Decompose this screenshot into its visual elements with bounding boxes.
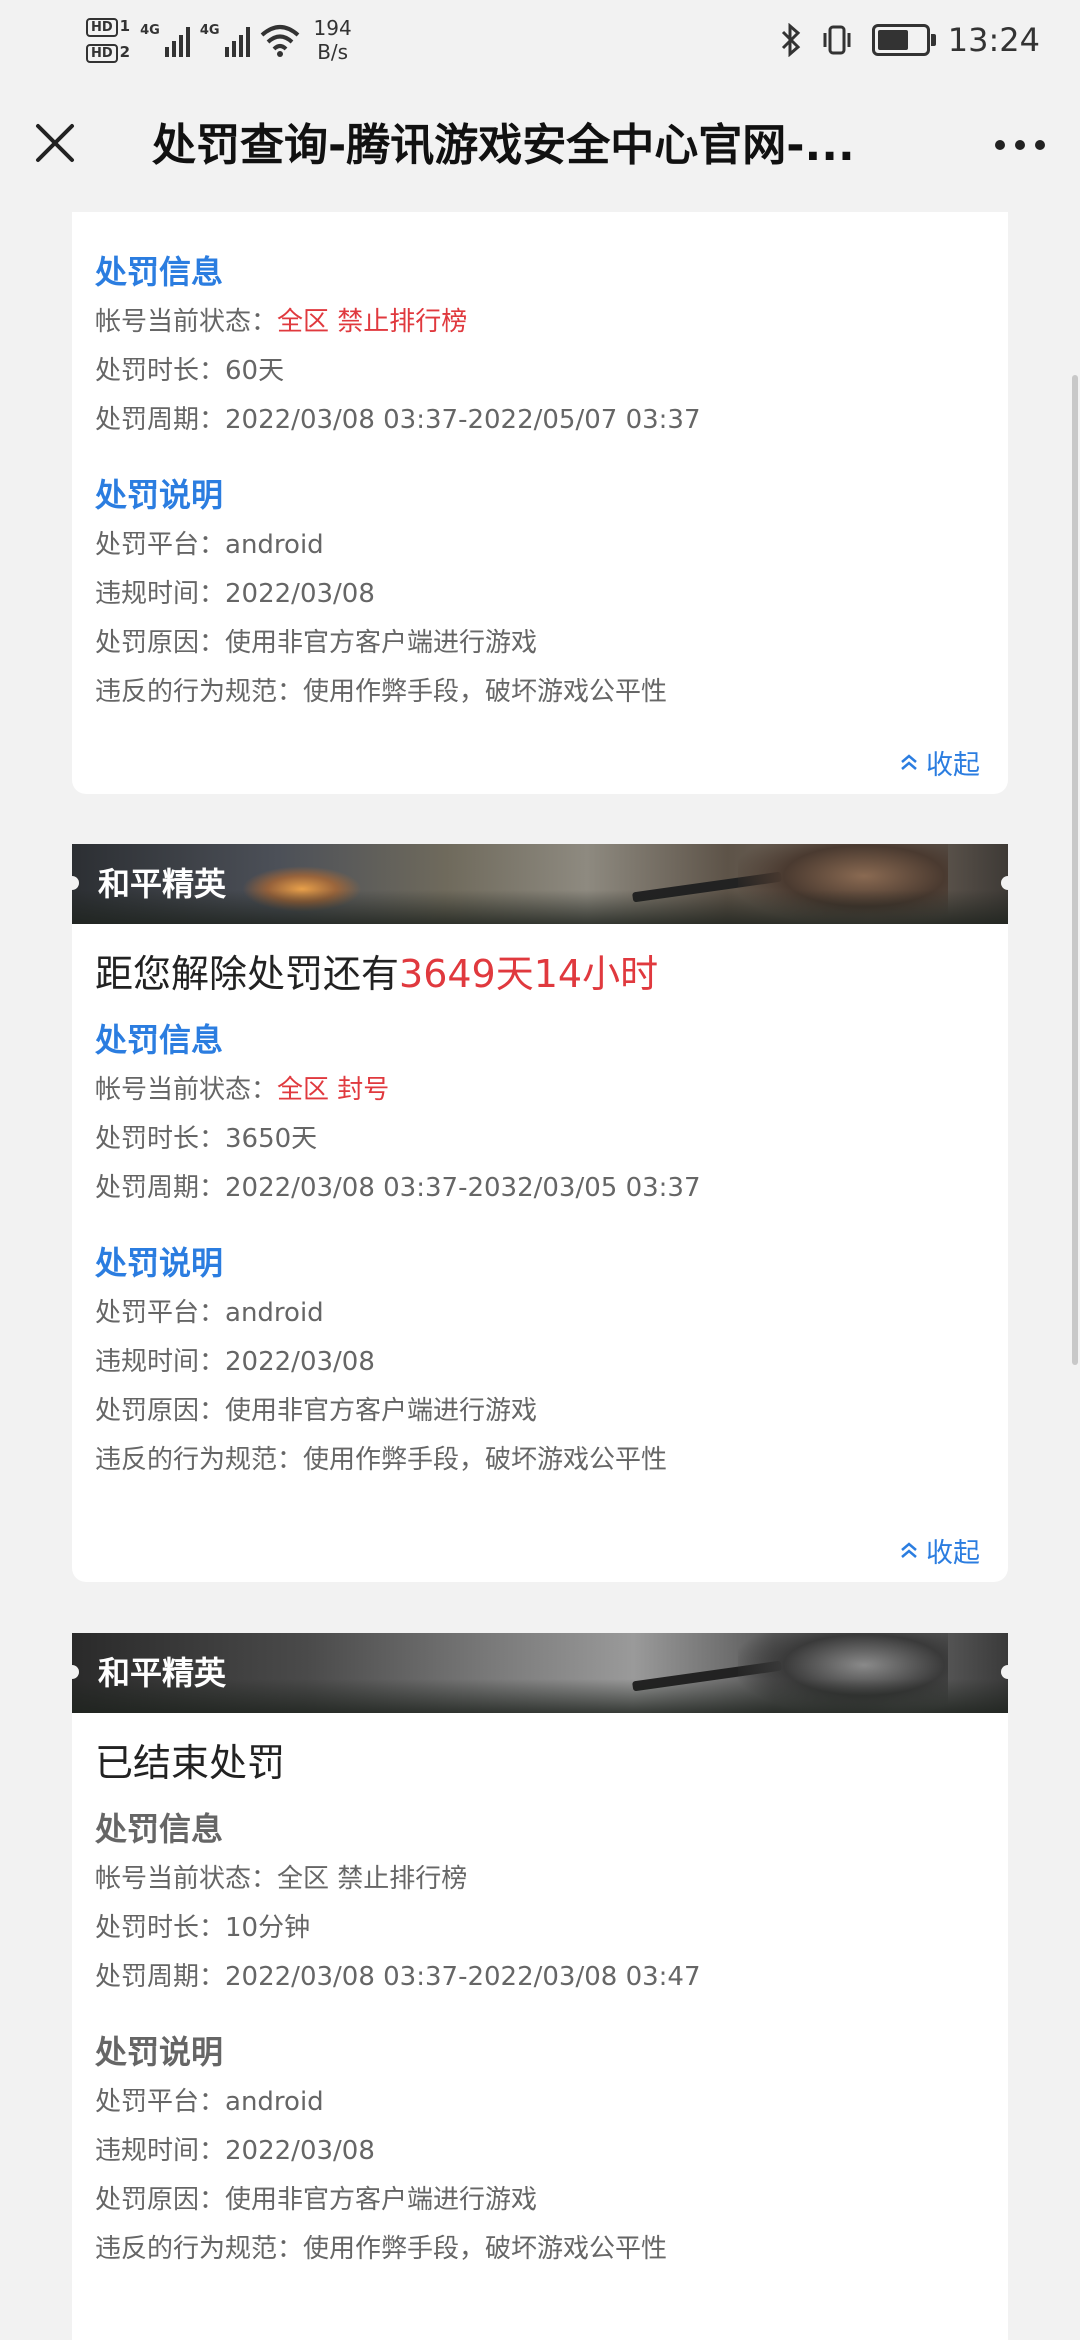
- network-speed: 194 B/s: [313, 16, 352, 64]
- penalty-desc-title: 处罚说明: [95, 1244, 224, 1282]
- clock: 13:24: [947, 21, 1040, 59]
- status-bar: HD 1 HD 2 4G 4G 194 B/s 13:24: [0, 0, 1080, 78]
- penalty-info-title: 处罚信息: [95, 1021, 224, 1059]
- penalty-duration-value: 3650天: [225, 1124, 318, 1154]
- status-bar-left: HD 1 HD 2 4G 4G 194 B/s: [86, 10, 352, 70]
- penalty-desc-title: 处罚说明: [95, 476, 224, 514]
- scrollbar[interactable]: [1072, 375, 1078, 1365]
- rule-row: 违反的行为规范：使用作弊手段，破坏游戏公平性: [95, 1445, 668, 1475]
- sim1-indicator: HD 1: [86, 17, 130, 37]
- bluetooth-icon: [781, 23, 800, 57]
- account-status-row: 帐号当前状态：全区 禁止排行榜: [95, 307, 468, 337]
- penalty-duration-row: 处罚时长：60天: [95, 356, 285, 386]
- penalty-card-2: 和平精英 距您解除处罚还有3649天14小时 处罚信息 帐号当前状态：全区 封号…: [72, 844, 1008, 1582]
- page-content[interactable]: 处罚信息 帐号当前状态：全区 禁止排行榜 处罚时长：60天 处罚周期：2022/…: [0, 212, 1080, 2340]
- penalty-period-value: 2022/03/08 03:37-2022/03/08 03:47: [225, 1962, 701, 1992]
- platform-row: 处罚平台：android: [95, 1298, 324, 1328]
- page-title: 处罚查询-腾讯游戏安全中心官网-...: [152, 120, 855, 171]
- game-name: 和平精英: [98, 1654, 227, 1692]
- penalty-countdown: 距您解除处罚还有3649天14小时: [95, 952, 659, 996]
- penalty-duration-value: 60天: [225, 356, 285, 386]
- penalty-period-row: 处罚周期：2022/03/08 03:37-2022/05/07 03:37: [95, 405, 701, 435]
- account-status-row: 帐号当前状态：全区 禁止排行榜: [95, 1864, 468, 1894]
- wifi-icon: [260, 25, 299, 57]
- account-status-value: 全区 封号: [277, 1075, 390, 1105]
- violation-time-value: 2022/03/08: [225, 1347, 375, 1377]
- penalty-ended-text: 已结束处罚: [95, 1741, 286, 1785]
- violation-time-row: 违规时间：2022/03/08: [95, 579, 375, 609]
- platform-row: 处罚平台：android: [95, 2087, 324, 2117]
- violation-time-value: 2022/03/08: [225, 579, 375, 609]
- platform-value: android: [225, 1298, 324, 1328]
- game-banner: 和平精英: [72, 844, 1008, 924]
- close-icon[interactable]: [30, 118, 80, 168]
- penalty-period-value: 2022/03/08 03:37-2022/05/07 03:37: [225, 405, 701, 435]
- penalty-duration-value: 10分钟: [225, 1913, 311, 1943]
- double-chevron-up-icon: [901, 754, 917, 770]
- rule-row: 违反的行为规范：使用作弊手段，破坏游戏公平性: [95, 2234, 668, 2264]
- penalty-desc-title: 处罚说明: [95, 2033, 224, 2071]
- vibrate-icon: [823, 25, 851, 55]
- reason-row: 处罚原因：使用非官方客户端进行游戏: [95, 628, 538, 658]
- reason-value: 使用非官方客户端进行游戏: [225, 1396, 538, 1426]
- account-status-value: 全区 禁止排行榜: [277, 307, 468, 337]
- violation-time-value: 2022/03/08: [225, 2136, 375, 2166]
- collapse-button[interactable]: 收起: [880, 1530, 980, 1570]
- double-chevron-up-icon: [901, 1542, 917, 1558]
- countdown-value: 3649天14小时: [399, 952, 659, 996]
- signal-1-icon: 4G: [140, 23, 190, 57]
- reason-row: 处罚原因：使用非官方客户端进行游戏: [95, 2185, 538, 2215]
- collapse-button[interactable]: 收起: [880, 742, 980, 782]
- platform-row: 处罚平台：android: [95, 530, 324, 560]
- reason-value: 使用非官方客户端进行游戏: [225, 628, 538, 658]
- penalty-period-row: 处罚周期：2022/03/08 03:37-2032/03/05 03:37: [95, 1173, 701, 1203]
- penalty-info-title: 处罚信息: [95, 1810, 224, 1848]
- game-banner: 和平精英: [72, 1633, 1008, 1713]
- battery-fill: [877, 30, 908, 50]
- status-bar-right: 13:24: [780, 12, 1040, 68]
- penalty-period-value: 2022/03/08 03:37-2032/03/05 03:37: [225, 1173, 701, 1203]
- rule-value: 使用作弊手段，破坏游戏公平性: [303, 2234, 668, 2264]
- penalty-card-3-body: 已结束处罚 处罚信息 帐号当前状态：全区 禁止排行榜 处罚时长：10分钟 处罚周…: [72, 1735, 1008, 2274]
- platform-value: android: [225, 2087, 324, 2117]
- penalty-card-1: 处罚信息 帐号当前状态：全区 禁止排行榜 处罚时长：60天 处罚周期：2022/…: [72, 212, 1008, 794]
- rule-row: 违反的行为规范：使用作弊手段，破坏游戏公平性: [95, 677, 668, 707]
- account-status-value: 全区 禁止排行榜: [277, 1864, 468, 1894]
- penalty-period-row: 处罚周期：2022/03/08 03:37-2022/03/08 03:47: [95, 1962, 701, 1992]
- penalty-card-1-body: 处罚信息 帐号当前状态：全区 禁止排行榜 处罚时长：60天 处罚周期：2022/…: [72, 212, 1008, 717]
- penalty-card-3: 和平精英 已结束处罚 处罚信息 帐号当前状态：全区 禁止排行榜 处罚时长：10分…: [72, 1633, 1008, 2340]
- reason-value: 使用非官方客户端进行游戏: [225, 2185, 538, 2215]
- penalty-duration-row: 处罚时长：10分钟: [95, 1913, 311, 1943]
- game-name: 和平精英: [98, 865, 227, 903]
- title-bar: 处罚查询-腾讯游戏安全中心官网-...: [0, 78, 1080, 212]
- penalty-info-title: 处罚信息: [95, 253, 224, 291]
- rule-value: 使用作弊手段，破坏游戏公平性: [303, 677, 668, 707]
- platform-value: android: [225, 530, 324, 560]
- account-status-row: 帐号当前状态：全区 封号: [95, 1075, 390, 1105]
- signal-2-icon: 4G: [200, 23, 250, 57]
- rule-value: 使用作弊手段，破坏游戏公平性: [303, 1445, 668, 1475]
- sim2-indicator: HD 2: [86, 43, 130, 63]
- penalty-card-2-body: 距您解除处罚还有3649天14小时 处罚信息 帐号当前状态：全区 封号 处罚时长…: [72, 946, 1008, 1485]
- battery-icon: [871, 24, 936, 56]
- penalty-duration-row: 处罚时长：3650天: [95, 1124, 318, 1154]
- violation-time-row: 违规时间：2022/03/08: [95, 1347, 375, 1377]
- violation-time-row: 违规时间：2022/03/08: [95, 2136, 375, 2166]
- more-menu-icon[interactable]: [990, 130, 1050, 160]
- sim-indicators: HD 1 HD 2: [86, 17, 130, 63]
- reason-row: 处罚原因：使用非官方客户端进行游戏: [95, 1396, 538, 1426]
